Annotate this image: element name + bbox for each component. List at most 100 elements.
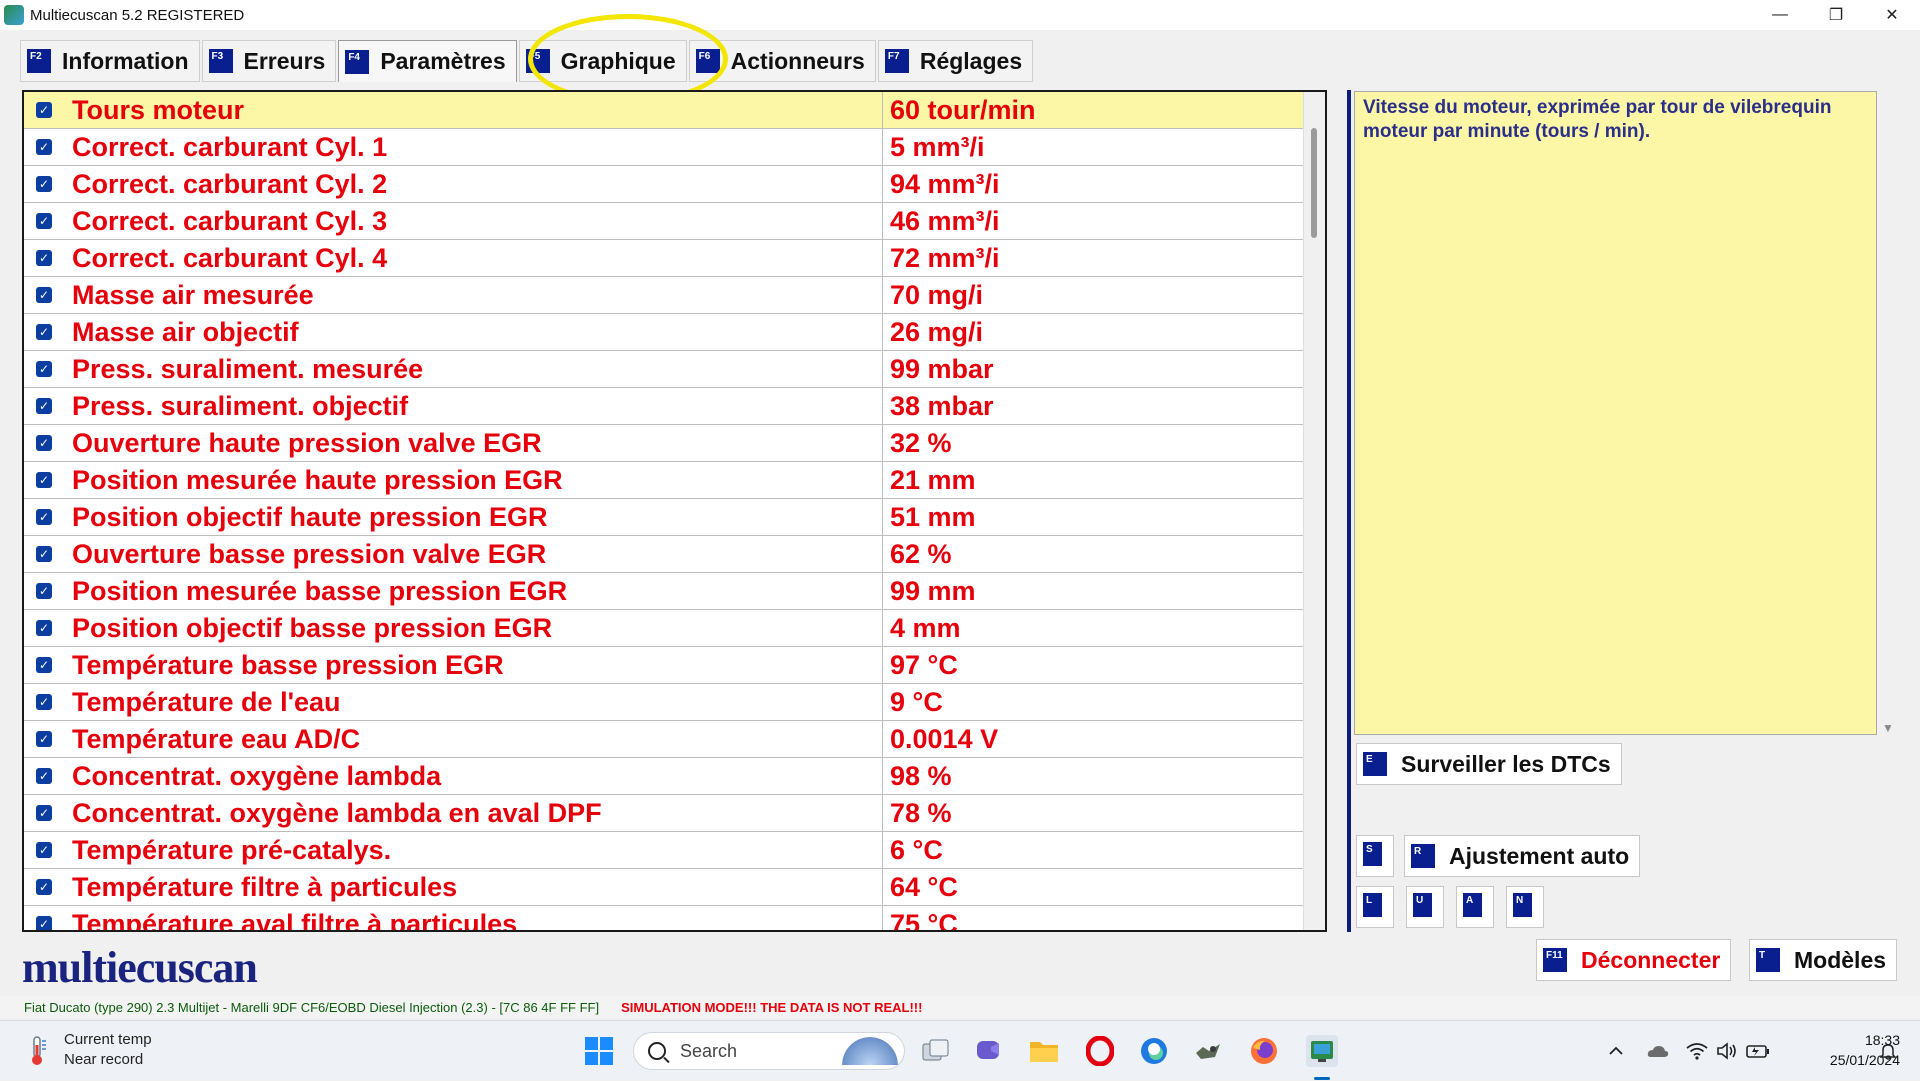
row-checkbox[interactable]: ✓	[36, 805, 52, 821]
edge-browser-icon[interactable]	[1138, 1035, 1170, 1067]
multiecuscan-taskbar-icon[interactable]	[1306, 1035, 1338, 1067]
row-checkbox[interactable]: ✓	[36, 657, 52, 673]
l-button[interactable]: L	[1356, 886, 1394, 928]
teams-chat-icon[interactable]	[974, 1035, 1006, 1067]
task-view-icon[interactable]	[920, 1035, 952, 1067]
tab-graphique[interactable]: F5 Graphique	[518, 40, 687, 82]
row-checkbox[interactable]: ✓	[36, 916, 52, 930]
table-row[interactable]: ✓ Température de l'eau 9 °C	[24, 684, 1324, 721]
row-checkbox[interactable]: ✓	[36, 139, 52, 155]
thermometer-icon[interactable]	[26, 1035, 48, 1067]
onedrive-icon[interactable]	[1646, 1021, 1670, 1081]
minimize-button[interactable]: —	[1752, 0, 1808, 30]
row-checkbox[interactable]: ✓	[36, 509, 52, 525]
wifi-icon[interactable]	[1686, 1021, 1708, 1081]
s-button[interactable]: S	[1356, 835, 1394, 877]
start-icon[interactable]	[583, 1035, 615, 1067]
row-checkbox[interactable]: ✓	[36, 879, 52, 895]
row-checkbox[interactable]: ✓	[36, 361, 52, 377]
firefox-icon[interactable]	[1248, 1035, 1280, 1067]
table-row[interactable]: ✓ Correct. carburant Cyl. 2 94 mm³/i	[24, 166, 1324, 203]
row-checkbox[interactable]: ✓	[36, 287, 52, 303]
parameter-name: Correct. carburant Cyl. 3	[72, 205, 388, 236]
tab-erreurs[interactable]: F3 Erreurs	[201, 40, 337, 82]
table-row[interactable]: ✓ Press. suraliment. objectif 38 mbar	[24, 388, 1324, 425]
row-checkbox[interactable]: ✓	[36, 694, 52, 710]
a-button[interactable]: A	[1456, 886, 1494, 928]
models-button[interactable]: T Modèles	[1749, 939, 1898, 981]
weather-title[interactable]: Current temp	[64, 1031, 152, 1048]
weather-description[interactable]: Near record	[64, 1051, 143, 1068]
notification-bell-icon[interactable]	[1880, 1021, 1896, 1081]
parameter-name: Correct. carburant Cyl. 1	[72, 131, 388, 162]
table-row[interactable]: ✓ Température pré-catalys. 6 °C	[24, 832, 1324, 869]
tab-reglages[interactable]: F7 Réglages	[877, 40, 1034, 82]
tab-actionneurs[interactable]: F6 Actionneurs	[688, 40, 876, 82]
key-badge: E	[1363, 752, 1387, 776]
volume-icon[interactable]	[1716, 1021, 1738, 1081]
table-row[interactable]: ✓ Press. suraliment. mesurée 99 mbar	[24, 351, 1324, 388]
disconnect-button[interactable]: F11 Déconnecter	[1536, 939, 1732, 981]
row-checkbox[interactable]: ✓	[36, 583, 52, 599]
row-checkbox[interactable]: ✓	[36, 842, 52, 858]
table-row[interactable]: ✓ Concentrat. oxygène lambda 98 %	[24, 758, 1324, 795]
table-row[interactable]: ✓ Correct. carburant Cyl. 1 5 mm³/i	[24, 129, 1324, 166]
search-icon	[648, 1042, 666, 1060]
taskbar-search[interactable]: Search	[633, 1032, 905, 1070]
table-row[interactable]: ✓ Position objectif haute pression EGR 51 …	[24, 499, 1324, 536]
scroll-down-icon[interactable]: ▼	[1882, 721, 1894, 735]
table-row[interactable]: ✓ Ouverture haute pression valve EGR 32 %	[24, 425, 1324, 462]
table-row[interactable]: ✓ Concentrat. oxygène lambda en aval DPF 7…	[24, 795, 1324, 832]
simulation-warning: SIMULATION MODE!!! THE DATA IS NOT REAL!…	[621, 999, 923, 1015]
table-row[interactable]: ✓ Position mesurée basse pression EGR 99 m…	[24, 573, 1324, 610]
column-divider	[882, 129, 883, 166]
table-row[interactable]: ✓ Température eau AD/C 0.0014 V	[24, 721, 1324, 758]
table-row[interactable]: ✓ Température filtre à particules 64 °C	[24, 869, 1324, 906]
row-checkbox[interactable]: ✓	[36, 620, 52, 636]
auto-adjust-button[interactable]: R Ajustement auto	[1404, 835, 1641, 877]
table-row[interactable]: ✓ Température aval filtre à particules 75 …	[24, 906, 1324, 930]
app-launcher-icon[interactable]	[1192, 1035, 1224, 1067]
row-checkbox[interactable]: ✓	[36, 731, 52, 747]
battery-icon[interactable]	[1746, 1021, 1770, 1081]
column-divider	[882, 462, 883, 499]
parameter-value: 51 mm	[890, 501, 976, 532]
table-row[interactable]: ✓ Masse air mesurée 70 mg/i	[24, 277, 1324, 314]
scrollbar-thumb[interactable]	[1311, 128, 1317, 238]
row-checkbox[interactable]: ✓	[36, 472, 52, 488]
row-checkbox[interactable]: ✓	[36, 324, 52, 340]
parameter-description: Vitesse du moteur, exprimée par tour de …	[1363, 97, 1832, 142]
table-row[interactable]: ✓ Position objectif basse pression EGR 4 m…	[24, 610, 1324, 647]
u-button[interactable]: U	[1406, 886, 1444, 928]
close-button[interactable]: ✕	[1864, 0, 1920, 30]
row-checkbox[interactable]: ✓	[36, 176, 52, 192]
tab-label: Information	[62, 47, 189, 74]
description-scrollbar[interactable]: ▼	[1878, 91, 1898, 735]
table-row[interactable]: ✓ Position mesurée haute pression EGR 21 m…	[24, 462, 1324, 499]
n-button[interactable]: N	[1506, 886, 1544, 928]
row-checkbox[interactable]: ✓	[36, 398, 52, 414]
file-explorer-icon[interactable]	[1028, 1035, 1060, 1067]
table-row[interactable]: ✓ Correct. carburant Cyl. 3 46 mm³/i	[24, 203, 1324, 240]
opera-icon[interactable]	[1084, 1035, 1116, 1067]
tab-parametres[interactable]: F4 Paramètres	[338, 40, 517, 82]
row-checkbox[interactable]: ✓	[36, 213, 52, 229]
row-checkbox[interactable]: ✓	[36, 768, 52, 784]
table-row[interactable]: ✓ Masse air objectif 26 mg/i	[24, 314, 1324, 351]
tray-overflow-icon[interactable]	[1608, 1021, 1624, 1081]
table-row[interactable]: ✓ Ouverture basse pression valve EGR 62 %	[24, 536, 1324, 573]
row-checkbox[interactable]: ✓	[36, 546, 52, 562]
parameters-list: ✓ Tours moteur 60 tour/min ✓ Correct. carbur…	[24, 92, 1324, 930]
row-checkbox[interactable]: ✓	[36, 102, 52, 118]
tab-label: Paramètres	[380, 48, 506, 74]
column-divider	[882, 388, 883, 425]
row-checkbox[interactable]: ✓	[36, 435, 52, 451]
tab-information[interactable]: F2 Information	[20, 40, 200, 82]
monitor-dtcs-button[interactable]: E Surveiller les DTCs	[1356, 743, 1622, 785]
table-row[interactable]: ✓ Tours moteur 60 tour/min	[24, 92, 1324, 129]
table-row[interactable]: ✓ Correct. carburant Cyl. 4 72 mm³/i	[24, 240, 1324, 277]
table-row[interactable]: ✓ Température basse pression EGR 97 °C	[24, 647, 1324, 684]
row-checkbox[interactable]: ✓	[36, 250, 52, 266]
table-scrollbar[interactable]	[1303, 92, 1325, 930]
restore-button[interactable]: ❐	[1808, 0, 1864, 30]
